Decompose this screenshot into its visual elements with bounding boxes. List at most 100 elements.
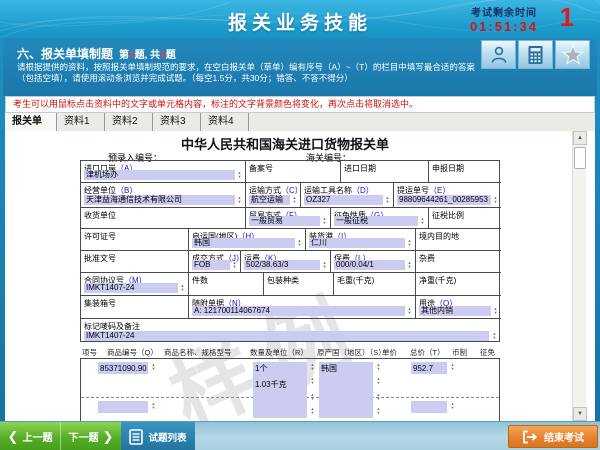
field-record-no: 备案号 xyxy=(246,161,341,183)
spinner-icon[interactable] xyxy=(492,195,499,205)
goods-total-input[interactable]: 952.7 xyxy=(411,362,447,374)
field-operator: 经营单位（B） 天津益海通信技术有限公司 xyxy=(81,183,246,208)
tab-declaration-form[interactable]: 报关单 xyxy=(5,113,57,131)
contract-no-input[interactable]: IMKT1407-24 xyxy=(84,283,178,293)
field-insurance: 保费（L） 000/0.04/1 xyxy=(331,251,416,273)
spinner-icon[interactable] xyxy=(309,406,316,416)
goods-code-input[interactable]: 85371090.90 xyxy=(98,362,148,374)
field-trade-mode: 贸易方式（F） 一般贸易 xyxy=(246,208,331,229)
spinner-icon[interactable] xyxy=(492,306,499,316)
loading-port-input[interactable]: 仁川 xyxy=(309,238,405,248)
exam-window: 报关业务技能 考试剩余时间 01:51:34 1 六、报关单填制题第1题, 共1… xyxy=(0,0,600,450)
app-header: 报关业务技能 考试剩余时间 01:51:34 1 xyxy=(0,0,600,38)
freight-input[interactable]: 502/38.63/3 xyxy=(244,260,320,270)
field-contract-no: 合同协议号（M） IMKT1407-24 xyxy=(81,273,189,296)
spinner-icon[interactable] xyxy=(150,401,157,411)
tab-material-3[interactable]: 资料3 xyxy=(153,113,201,131)
tab-material-1[interactable]: 资料1 xyxy=(57,113,105,131)
spinner-icon[interactable] xyxy=(375,362,382,372)
goods-table-header: 项号 商品编号（Q） 商品名称、规格型号 数量及单位（R） 原产国（地区）（S）… xyxy=(80,347,500,358)
field-transaction-mode: 成交方式（J） FOB xyxy=(189,251,241,273)
field-declare-date: 申报日期 xyxy=(429,161,501,183)
spinner-icon[interactable] xyxy=(309,376,316,386)
spinner-icon[interactable] xyxy=(375,406,382,416)
question-panel: 六、报关单填制题第1题, 共1题 请根据提供的资料，按照报关单填制规范的要求，在… xyxy=(3,38,597,96)
spinner-icon[interactable] xyxy=(236,195,243,205)
transport-name-input[interactable]: OZ327 xyxy=(304,195,383,205)
field-gross-weight: 毛重(千克) xyxy=(334,273,416,296)
spinner-icon[interactable] xyxy=(236,170,243,180)
declaration-table: 进口口岸（A） 津机场办 备案号 进口日期 申报日期 经营单位（B） 天津益海通… xyxy=(80,160,500,342)
import-port-input[interactable]: 津机场办 xyxy=(84,170,235,180)
spinner-icon[interactable] xyxy=(375,392,382,402)
spinner-icon[interactable] xyxy=(419,216,426,226)
levy-nature-input[interactable]: 一般征税 xyxy=(334,216,418,226)
spinner-icon[interactable] xyxy=(449,362,456,372)
toolbar xyxy=(481,40,590,69)
bookmark-button[interactable] xyxy=(555,40,590,69)
goods-origin-input[interactable]: 韩国 xyxy=(319,362,373,418)
spinner-icon[interactable] xyxy=(179,283,186,293)
spinner-icon[interactable] xyxy=(309,392,316,402)
spinner-icon[interactable] xyxy=(150,362,157,372)
question-list-button[interactable]: 试题列表 xyxy=(121,422,195,450)
navigation-bar: ❮ 上一题 下一题 ❯ 试题列表 结束考试 xyxy=(0,421,600,450)
previous-question-button[interactable]: ❮ 上一题 xyxy=(0,422,60,450)
field-packing-type: 包装种类 xyxy=(264,273,334,296)
tab-material-4[interactable]: 资料4 xyxy=(201,113,249,131)
vertical-scrollbar[interactable]: ▲ ▼ xyxy=(572,131,586,421)
spinner-icon[interactable] xyxy=(291,195,298,205)
exit-icon xyxy=(522,430,538,444)
bill-no-input[interactable]: 98809644261_00285953 xyxy=(397,195,491,205)
scrollbar-thumb[interactable] xyxy=(574,147,586,169)
declaration-form-area: 样例 中华人民共和国海关进口货物报关单 预录入编号： 海关编号： 进口口岸（A）… xyxy=(5,131,595,421)
scroll-down-icon[interactable]: ▼ xyxy=(573,407,587,421)
field-freight: 运费（K） 502/38.63/3 xyxy=(241,251,331,273)
exam-timer: 考试剩余时间 01:51:34 xyxy=(470,4,538,34)
field-approval-no: 批准文号 xyxy=(81,251,189,273)
spinner-icon[interactable] xyxy=(321,260,328,270)
field-container-no: 集装箱号 xyxy=(81,296,189,319)
goods-code-input[interactable] xyxy=(98,401,148,413)
transaction-mode-input[interactable]: FOB xyxy=(192,260,230,270)
timer-label: 考试剩余时间 xyxy=(470,4,538,19)
marks-remarks-input[interactable]: IMKT1407-24 xyxy=(84,331,489,341)
trade-mode-input[interactable]: 一般贸易 xyxy=(249,216,320,226)
spinner-icon[interactable] xyxy=(384,195,391,205)
spinner-icon[interactable] xyxy=(296,238,303,248)
question-progress: 第1题, 共1题 xyxy=(119,50,176,61)
form-title: 中华人民共和国海关进口货物报关单 xyxy=(5,134,565,153)
spinner-icon[interactable] xyxy=(231,260,238,270)
scroll-up-icon[interactable]: ▲ xyxy=(573,131,587,145)
field-import-date: 进口日期 xyxy=(341,161,429,183)
goods-total-input[interactable] xyxy=(411,401,447,413)
spinner-icon[interactable] xyxy=(309,362,316,372)
transport-mode-input[interactable]: 航空运输 xyxy=(249,195,290,205)
candidate-info-button[interactable] xyxy=(481,40,516,69)
question-instructions: 请根据提供的资料，按照报关单填制规范的要求，在空白报关单（草单）编有序号（A）~… xyxy=(17,62,479,84)
goods-col-name: 商品名称、规格型号 xyxy=(164,347,232,358)
calculator-button[interactable] xyxy=(518,40,553,69)
spinner-icon[interactable] xyxy=(449,401,456,411)
question-number-indicator: 1 xyxy=(560,2,574,33)
end-exam-button[interactable]: 结束考试 xyxy=(508,425,598,448)
spinner-icon[interactable] xyxy=(491,331,498,341)
tab-material-2[interactable]: 资料2 xyxy=(105,113,153,131)
operator-input[interactable]: 天津益海通信技术有限公司 xyxy=(84,195,235,205)
insurance-input[interactable]: 000/0.04/1 xyxy=(334,260,405,270)
goods-qty-input[interactable]: 1个 1.03千克 xyxy=(253,362,307,418)
chevron-right-icon: ❯ xyxy=(103,430,114,443)
spinner-icon[interactable] xyxy=(321,216,328,226)
spinner-icon[interactable] xyxy=(406,238,413,248)
spinner-icon[interactable] xyxy=(406,306,413,316)
calculator-icon xyxy=(527,45,544,65)
next-question-button[interactable]: 下一题 ❯ xyxy=(60,422,121,450)
attached-docs-input[interactable]: A: 121700114067674 xyxy=(192,306,405,316)
departure-country-input[interactable]: 韩国 xyxy=(192,238,295,248)
field-levy-nature: 征免性质（G） 一般征税 xyxy=(331,208,429,229)
goods-col-currency: 币制 xyxy=(452,347,467,358)
purpose-input[interactable]: 其他内销 xyxy=(419,306,491,316)
spinner-icon[interactable] xyxy=(406,260,413,270)
goods-col-code: 商品编号（Q） xyxy=(107,347,158,358)
spinner-icon[interactable] xyxy=(375,376,382,386)
